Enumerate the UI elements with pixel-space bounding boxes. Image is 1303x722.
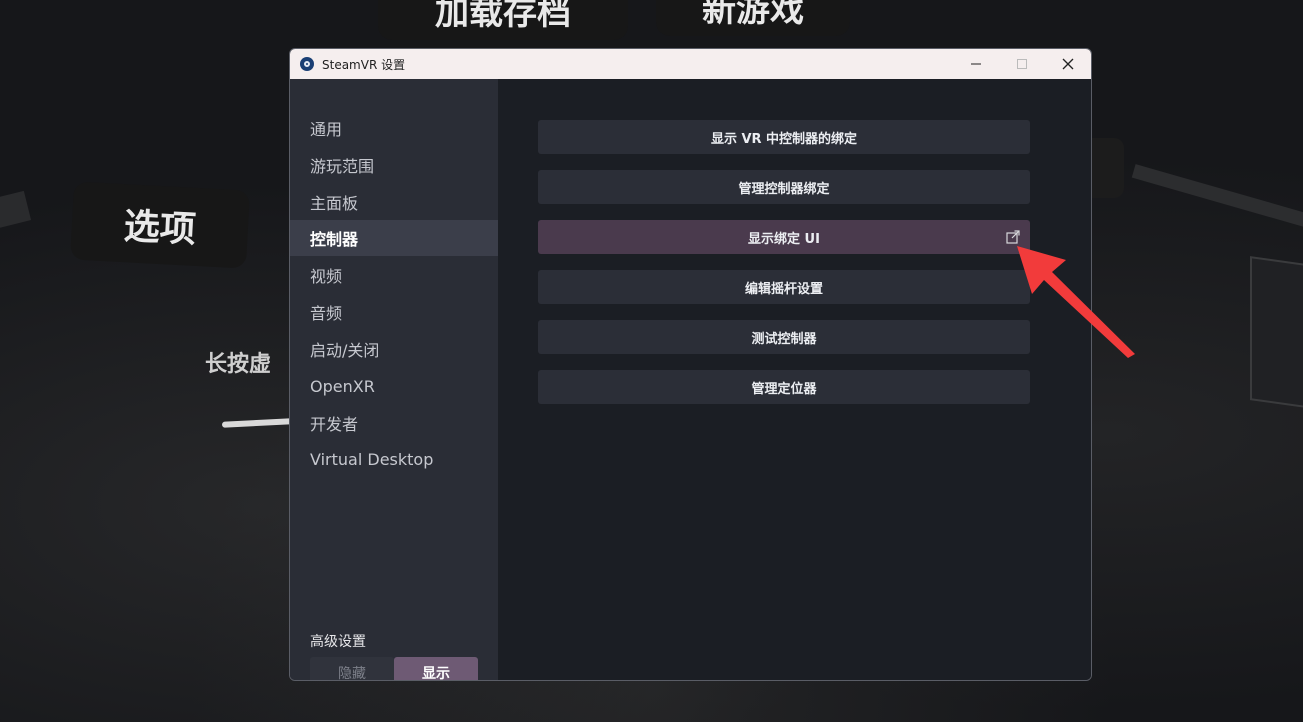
steamvr-logo-icon xyxy=(300,57,314,71)
button-label: 管理控制器绑定 xyxy=(738,181,830,197)
background-slab xyxy=(1250,256,1303,412)
button-label: 显示绑定 UI xyxy=(748,231,820,247)
load-save-label: 加载存档 xyxy=(378,0,628,40)
advanced-settings-label: 高级设置 xyxy=(310,634,366,650)
manage-controller-bindings-button[interactable]: 管理控制器绑定 xyxy=(538,170,1030,204)
button-label: 管理定位器 xyxy=(751,381,817,397)
red-pointer-arrow-icon xyxy=(1017,246,1135,358)
edit-joystick-settings-button[interactable]: 编辑摇杆设置 xyxy=(538,270,1030,304)
sidebar-item-virtual-desktop[interactable]: Virtual Desktop xyxy=(290,441,498,477)
button-label: 测试控制器 xyxy=(751,331,817,347)
maximize-button[interactable] xyxy=(999,49,1045,79)
window-title: SteamVR 设置 xyxy=(322,57,406,72)
sidebar-item-controllers[interactable]: 控制器 xyxy=(290,220,498,256)
button-label: 显示 VR 中控制器的绑定 xyxy=(710,131,858,147)
sidebar-item-label: 游玩范围 xyxy=(310,157,375,176)
sidebar-item-label: 启动/关闭 xyxy=(310,341,380,360)
window-controls xyxy=(953,49,1091,79)
sidebar-item-startup-shutdown[interactable]: 启动/关闭 xyxy=(290,331,498,367)
advanced-settings-toggle: 隐藏 显示 xyxy=(310,657,478,680)
close-icon xyxy=(1062,58,1074,70)
settings-sidebar: 通用 游玩范围 主面板 控制器 视频 音频 启动/关闭 OpenXR 开发者 V… xyxy=(290,79,498,680)
maximize-icon xyxy=(1017,59,1027,69)
hide-advanced-button[interactable]: 隐藏 xyxy=(310,657,394,680)
sidebar-item-label: 控制器 xyxy=(310,230,359,249)
close-button[interactable] xyxy=(1045,49,1091,79)
background-slab-left xyxy=(0,190,32,230)
sidebar-item-label: 通用 xyxy=(310,120,343,139)
minimize-icon xyxy=(971,63,981,65)
sidebar-item-general[interactable]: 通用 xyxy=(290,110,498,146)
steamvr-settings-window: SteamVR 设置 通用 游玩范围 主面板 控制器 视频 音频 启动/关闭 O… xyxy=(289,48,1092,681)
manage-base-stations-button[interactable]: 管理定位器 xyxy=(538,370,1030,404)
sidebar-item-openxr[interactable]: OpenXR xyxy=(290,368,498,404)
show-binding-ui-button[interactable]: 显示绑定 UI xyxy=(538,220,1030,254)
hold-hint-text: 长按虚 xyxy=(205,352,272,377)
options-label: 选项 xyxy=(70,181,250,269)
sidebar-item-label: 音频 xyxy=(310,304,343,323)
button-label: 编辑摇杆设置 xyxy=(744,281,823,297)
controller-settings-panel: 显示 VR 中控制器的绑定 管理控制器绑定 显示绑定 UI 编辑摇杆设置 测试控… xyxy=(498,79,1091,680)
test-controller-button[interactable]: 测试控制器 xyxy=(538,320,1030,354)
sidebar-item-video[interactable]: 视频 xyxy=(290,257,498,293)
sidebar-item-developer[interactable]: 开发者 xyxy=(290,405,498,441)
hint-progress-line xyxy=(221,418,293,428)
sidebar-item-audio[interactable]: 音频 xyxy=(290,294,498,330)
background-plank xyxy=(1131,164,1303,230)
sidebar-item-play-area[interactable]: 游玩范围 xyxy=(290,147,498,183)
title-bar[interactable]: SteamVR 设置 xyxy=(290,49,1091,79)
sidebar-item-label: Virtual Desktop xyxy=(310,449,434,469)
sidebar-item-label: 开发者 xyxy=(310,415,359,434)
sidebar-item-label: 视频 xyxy=(310,267,343,286)
show-vr-controller-bindings-button[interactable]: 显示 VR 中控制器的绑定 xyxy=(538,120,1030,154)
new-game-label: 新游戏 xyxy=(656,0,850,36)
sidebar-item-label: 主面板 xyxy=(310,194,359,213)
sidebar-item-dashboard[interactable]: 主面板 xyxy=(290,184,498,220)
show-advanced-button[interactable]: 显示 xyxy=(394,657,478,680)
sidebar-item-label: OpenXR xyxy=(310,376,375,396)
minimize-button[interactable] xyxy=(953,49,999,79)
